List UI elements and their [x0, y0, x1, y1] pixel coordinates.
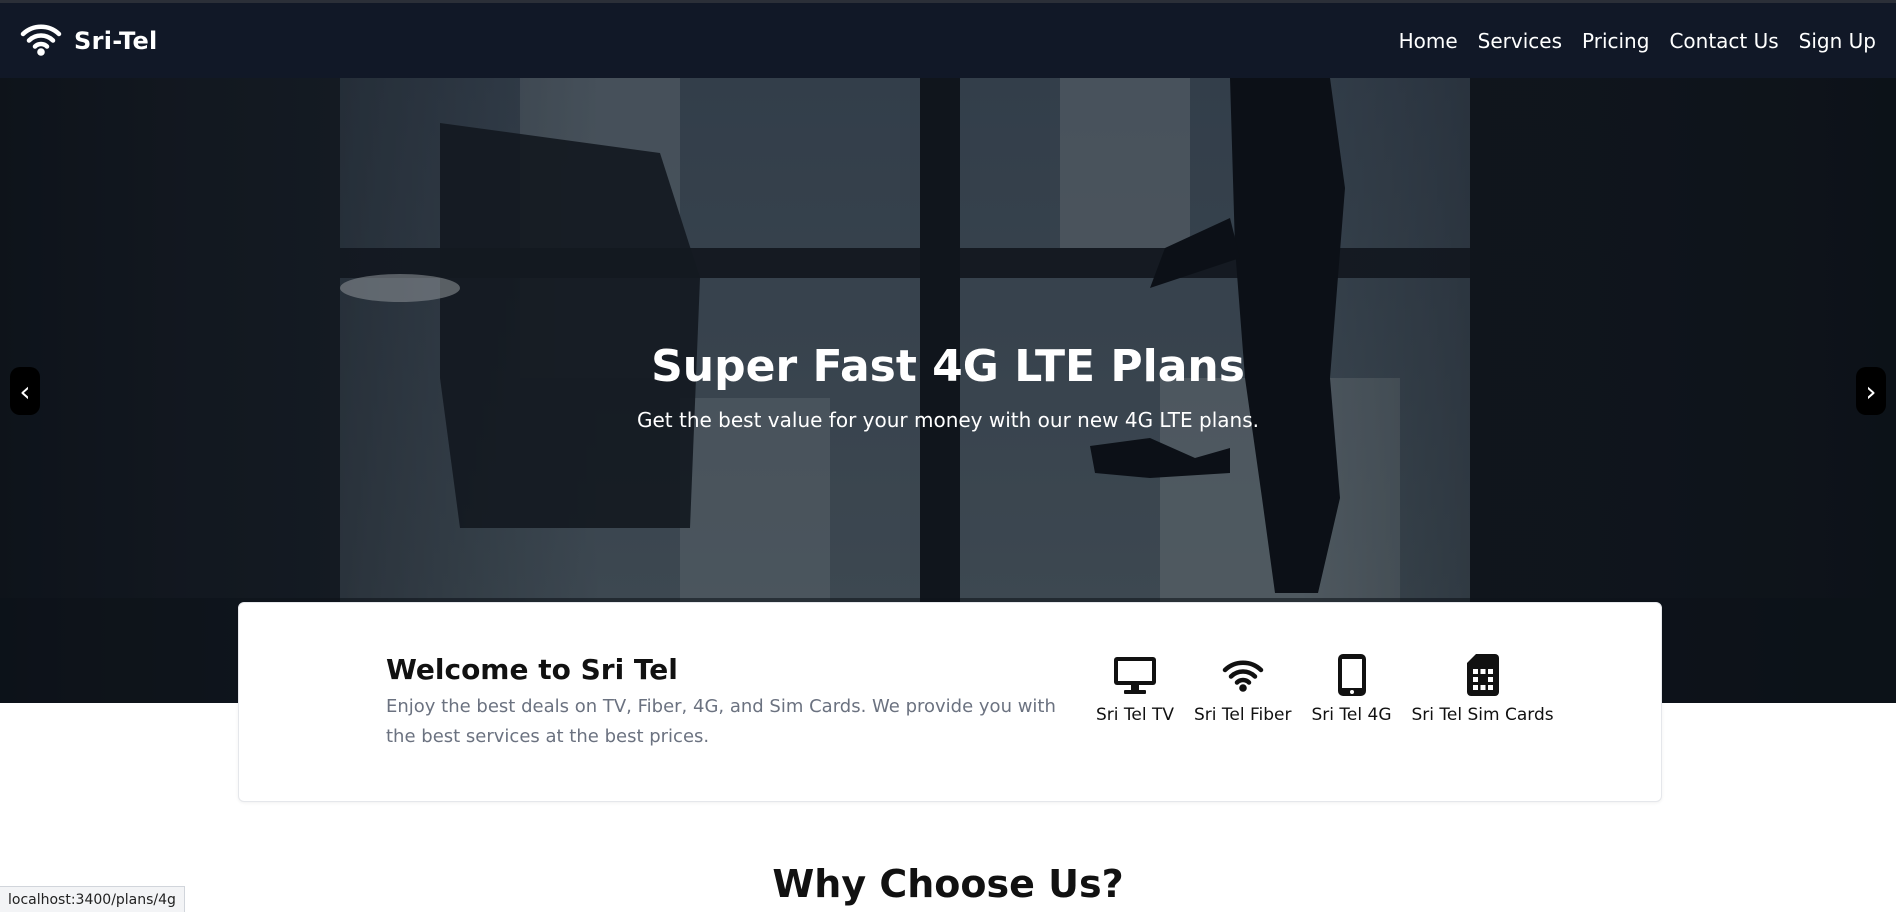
service-sim-cards[interactable]: Sri Tel Sim Cards — [1412, 653, 1554, 725]
service-label: Sri Tel Sim Cards — [1411, 705, 1554, 725]
service-4g[interactable]: Sri Tel 4G — [1312, 653, 1392, 725]
welcome-title: Welcome to Sri Tel — [386, 653, 678, 686]
welcome-description: Enjoy the best deals on TV, Fiber, 4G, a… — [386, 696, 1056, 747]
wifi-icon — [20, 21, 62, 61]
welcome-card: Welcome to Sri Tel Enjoy the best deals … — [238, 602, 1662, 802]
hero-title: Super Fast 4G LTE Plans — [651, 341, 1245, 392]
nav-link-services[interactable]: Services — [1478, 29, 1562, 53]
nav-link-pricing[interactable]: Pricing — [1582, 29, 1649, 53]
navbar: Sri-Tel Home Services Pricing Contact Us… — [0, 3, 1896, 78]
nav-link-contact-us[interactable]: Contact Us — [1669, 29, 1778, 53]
carousel-next-button[interactable]: › — [1856, 367, 1886, 415]
carousel-prev-button[interactable]: ‹ — [10, 367, 40, 415]
hero-subtitle: Get the best value for your money with o… — [637, 408, 1259, 432]
nav-links: Home Services Pricing Contact Us Sign Up — [1399, 29, 1876, 53]
nav-link-sign-up[interactable]: Sign Up — [1799, 29, 1876, 53]
service-label: Sri Tel Fiber — [1194, 705, 1292, 725]
service-label: Sri Tel 4G — [1311, 705, 1392, 725]
mobile-phone-icon — [1337, 653, 1367, 697]
brand-logo[interactable]: Sri-Tel — [20, 21, 158, 61]
services-list: Sri Tel TV Sri Tel Fiber Sri Tel 4G Sri … — [1096, 653, 1554, 725]
nav-link-home[interactable]: Home — [1399, 29, 1458, 53]
service-label: Sri Tel TV — [1096, 705, 1175, 725]
service-tv[interactable]: Sri Tel TV — [1096, 653, 1174, 725]
monitor-icon — [1112, 653, 1158, 697]
welcome-text: Welcome to Sri Tel Enjoy the best deals … — [386, 653, 1076, 752]
sim-card-icon — [1466, 653, 1500, 697]
brand-name: Sri-Tel — [74, 26, 158, 55]
service-fiber[interactable]: Sri Tel Fiber — [1194, 653, 1292, 725]
hero-content: Super Fast 4G LTE Plans Get the best val… — [0, 341, 1896, 432]
browser-status-bar: localhost:3400/plans/4g — [0, 886, 185, 912]
why-choose-us-heading: Why Choose Us? — [772, 862, 1124, 906]
wifi-icon — [1220, 653, 1266, 697]
